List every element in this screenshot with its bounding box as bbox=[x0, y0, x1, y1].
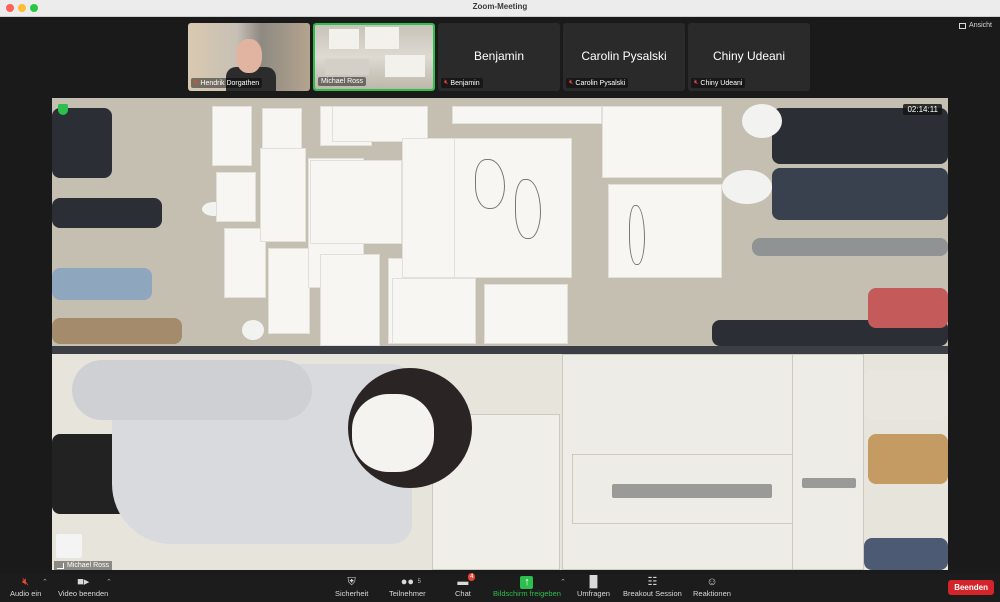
signal-strength-icon bbox=[57, 562, 64, 569]
zoom-window: Zoom-Meeting Ansicht 🔇︎ Hendrik Dorgathe… bbox=[0, 0, 1000, 602]
video-button[interactable]: ■▸ Video beenden bbox=[58, 576, 108, 598]
end-meeting-button[interactable]: Beenden bbox=[948, 580, 994, 595]
participants-button-label: Teilnehmer bbox=[389, 589, 426, 598]
camera-icon: ■▸ bbox=[77, 576, 90, 588]
participant-name-tag: 🔇︎ Chiny Udeani bbox=[691, 78, 746, 88]
participant-tile-chiny[interactable]: Chiny Udeani 🔇︎ Chiny Udeani bbox=[688, 23, 810, 91]
title-bar: Zoom-Meeting bbox=[0, 0, 1000, 17]
video-options-caret[interactable]: ⌃ bbox=[106, 578, 112, 586]
participant-name: Benjamin bbox=[450, 79, 480, 87]
security-button-label: Sicherheit bbox=[335, 589, 369, 598]
participant-tile-michael[interactable]: Michael Ross bbox=[313, 23, 435, 91]
view-button[interactable]: Ansicht bbox=[959, 22, 992, 29]
window-title: Zoom-Meeting bbox=[472, 2, 528, 11]
view-button-label: Ansicht bbox=[969, 22, 992, 29]
polls-button-label: Umfragen bbox=[577, 589, 610, 598]
person-mask bbox=[352, 394, 434, 472]
video-lower-half: Michael Ross bbox=[52, 354, 948, 570]
chat-bubble-icon: ▬ 4 bbox=[457, 573, 476, 588]
shield-check-icon bbox=[58, 104, 68, 115]
person-arm bbox=[72, 360, 312, 420]
camera-off-icon bbox=[56, 534, 82, 558]
participant-display-name: Chiny Udeani bbox=[712, 49, 786, 63]
participant-name: Michael Ross bbox=[321, 78, 364, 85]
breakout-button-label: Breakout Session bbox=[623, 589, 682, 598]
participant-tile-benjamin[interactable]: Benjamin 🔇︎ Benjamin bbox=[438, 23, 560, 91]
breakout-grid-icon: ☷ bbox=[647, 576, 658, 588]
people-icon: ●● 5 bbox=[400, 576, 421, 588]
share-screen-icon: ↑ bbox=[520, 576, 534, 589]
polls-button[interactable]: ▐▌ Umfragen bbox=[577, 576, 610, 598]
chat-button[interactable]: ▬ 4 Chat bbox=[455, 573, 476, 598]
participants-button[interactable]: ●● 5 Teilnehmer bbox=[389, 576, 426, 598]
participant-display-name: Benjamin bbox=[473, 49, 525, 63]
mic-muted-icon: 🔇︎ bbox=[569, 79, 574, 86]
participant-tile-carolin[interactable]: Carolin Pysalski 🔇︎ Carolin Pysalski bbox=[563, 23, 685, 91]
bar-chart-icon: ▐▌ bbox=[585, 576, 602, 588]
participant-tile-hendrik[interactable]: 🔇︎ Hendrik Dorgathen bbox=[188, 23, 310, 91]
participant-display-name: Carolin Pysalski bbox=[581, 49, 667, 63]
participant-name-tag: 🔇︎ Carolin Pysalski bbox=[566, 78, 629, 88]
breakout-button[interactable]: ☷ Breakout Session bbox=[623, 576, 682, 598]
participant-name-tag: 🔇︎ Hendrik Dorgathen bbox=[191, 78, 263, 88]
speaker-name: Michael Ross bbox=[67, 562, 110, 569]
shield-icon: ⛨ bbox=[347, 576, 356, 588]
grid-view-icon bbox=[959, 22, 967, 29]
participant-name-tag: Michael Ross bbox=[318, 77, 367, 86]
reactions-button-label: Reaktionen bbox=[693, 589, 731, 598]
audio-button-label: Audio ein bbox=[10, 589, 42, 598]
meeting-toolbar: 🔇︎ Audio ein ⌃ ■▸ Video beenden ⌃ ⛨ Sich… bbox=[0, 573, 1000, 602]
emoji-plus-icon: ☺ bbox=[706, 576, 718, 588]
participant-name-tag: 🔇︎ Benjamin bbox=[441, 78, 483, 88]
reactions-button[interactable]: ☺ Reaktionen bbox=[693, 576, 731, 598]
mic-muted-icon: 🔇︎ bbox=[194, 79, 199, 86]
audio-button[interactable]: 🔇︎ Audio ein bbox=[10, 576, 41, 598]
chat-unread-badge: 4 bbox=[468, 573, 476, 581]
share-screen-button[interactable]: ↑ Bildschirm freigeben bbox=[493, 576, 561, 598]
security-button[interactable]: ⛨ Sicherheit bbox=[335, 576, 368, 598]
share-options-caret[interactable]: ⌃ bbox=[560, 578, 566, 586]
mic-muted-icon: 🔇︎ bbox=[22, 576, 30, 588]
participant-name: Carolin Pysalski bbox=[575, 79, 626, 87]
mic-muted-icon: 🔇︎ bbox=[444, 79, 449, 86]
participant-name: Hendrik Dorgathen bbox=[200, 79, 260, 87]
video-divider bbox=[52, 346, 948, 354]
meeting-timer: 02:14:11 bbox=[903, 104, 942, 115]
video-button-label: Video beenden bbox=[58, 589, 109, 598]
share-screen-button-label: Bildschirm freigeben bbox=[493, 589, 561, 598]
participant-count: 5 bbox=[417, 579, 421, 585]
mic-muted-icon: 🔇︎ bbox=[694, 79, 699, 86]
active-speaker-video[interactable]: 02:14:11 Michael Ross bbox=[52, 98, 948, 570]
video-upper-half: 02:14:11 bbox=[52, 98, 948, 346]
chat-button-label: Chat bbox=[455, 589, 471, 598]
audio-options-caret[interactable]: ⌃ bbox=[42, 578, 48, 586]
speaker-name-tag: Michael Ross bbox=[54, 561, 113, 570]
participant-name: Chiny Udeani bbox=[700, 79, 743, 87]
